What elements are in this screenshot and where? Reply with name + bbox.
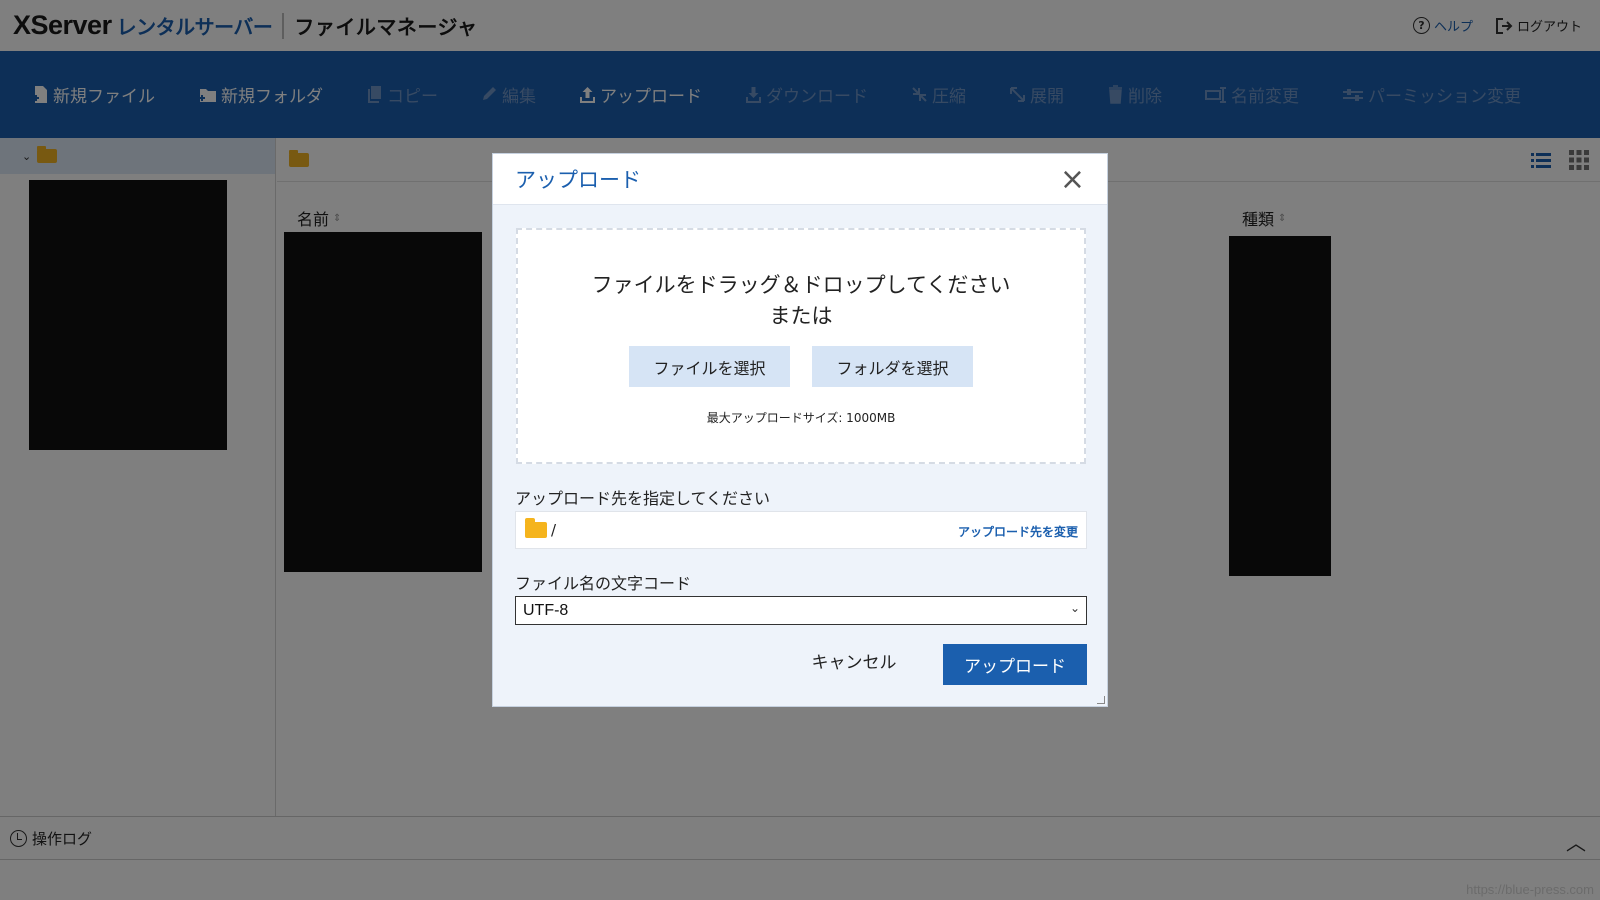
encoding-label: ファイル名の文字コード — [515, 574, 692, 593]
destination-field: / アップロード先を変更 — [515, 511, 1087, 549]
upload-dialog: アップロード × ファイルをドラッグ＆ドロップしてください または ファイルを選… — [492, 153, 1108, 707]
destination-label: アップロード先を指定してください — [515, 489, 771, 508]
drop-or-text: または — [769, 304, 833, 328]
encoding-value: UTF-8 — [523, 601, 569, 619]
destination-path: / — [551, 521, 557, 539]
cancel-button[interactable]: キャンセル — [799, 640, 909, 681]
close-icon[interactable]: × — [1060, 165, 1085, 195]
dialog-header: アップロード × — [493, 154, 1107, 205]
chevron-down-icon: ⌄ — [1069, 601, 1080, 615]
drop-instruction: ファイルをドラッグ＆ドロップしてください — [591, 273, 1011, 297]
select-buttons: ファイルを選択 フォルダを選択 — [518, 346, 1084, 387]
upload-button[interactable]: アップロード — [943, 644, 1087, 685]
folder-icon — [525, 518, 547, 538]
dialog-title: アップロード — [515, 168, 641, 192]
select-folder-button[interactable]: フォルダを選択 — [812, 346, 973, 387]
max-upload-size: 最大アップロードサイズ: 1000MB — [706, 411, 896, 425]
resize-handle[interactable] — [1097, 696, 1105, 704]
watermark: https://blue-press.com — [1466, 882, 1594, 897]
encoding-select[interactable]: UTF-8 ⌄ — [515, 596, 1087, 625]
change-destination-link[interactable]: アップロード先を変更 — [958, 523, 1078, 540]
drop-zone[interactable]: ファイルをドラッグ＆ドロップしてください または ファイルを選択 フォルダを選択… — [516, 228, 1086, 464]
select-file-button[interactable]: ファイルを選択 — [629, 346, 790, 387]
